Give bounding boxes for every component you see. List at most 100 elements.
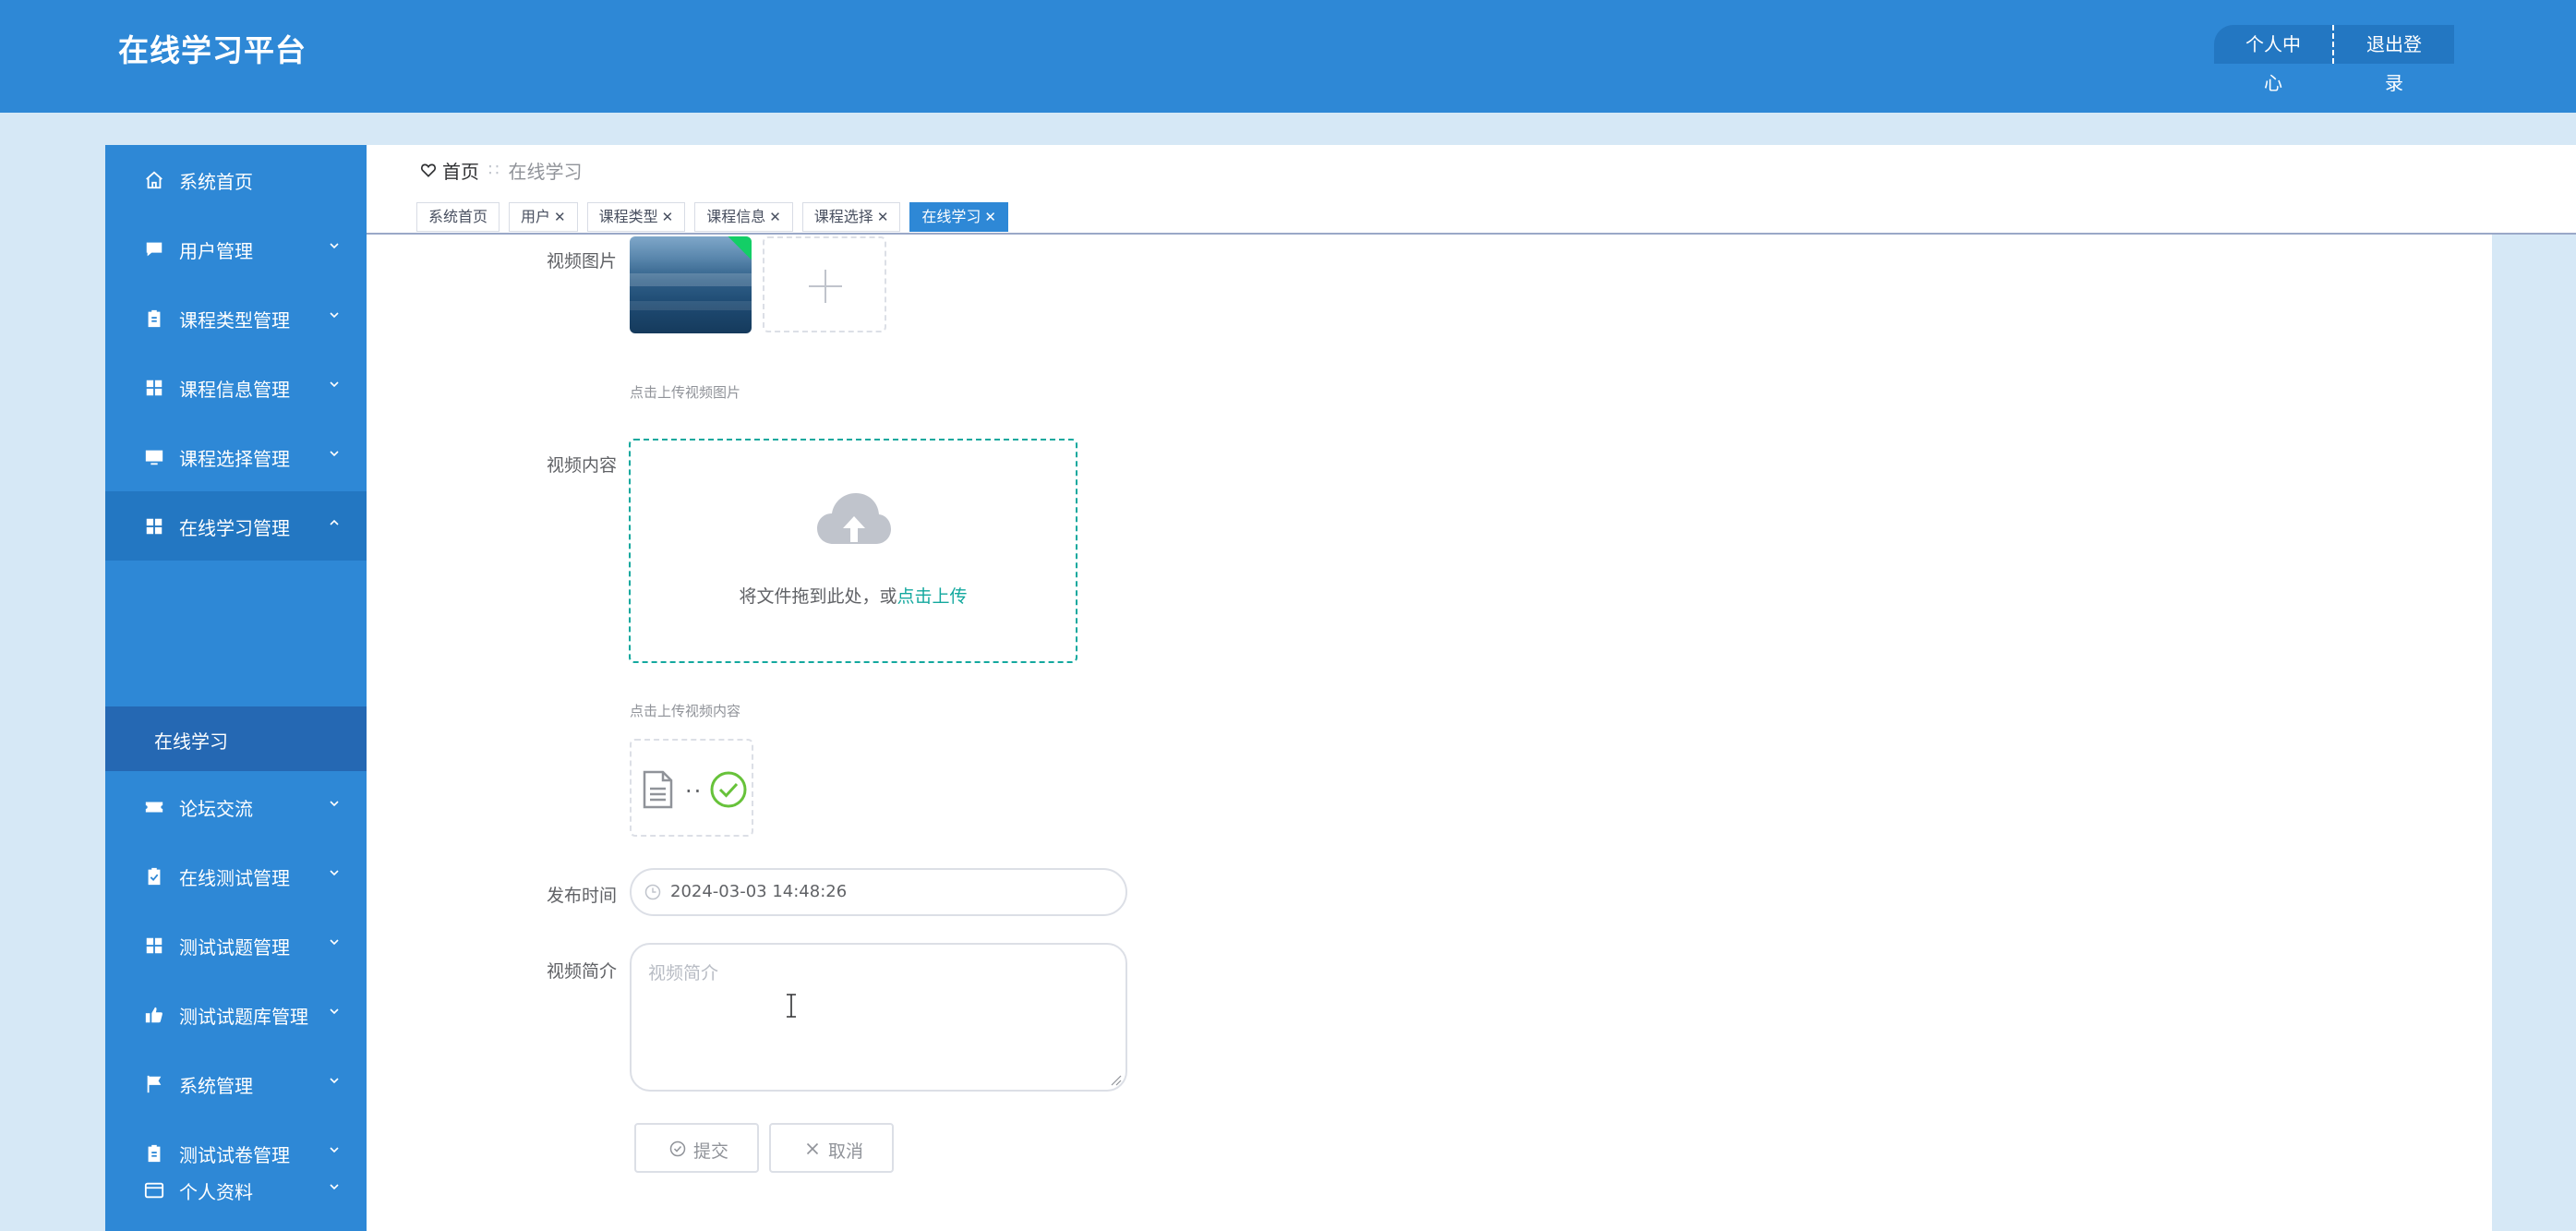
close-icon[interactable]: ✕ — [554, 209, 566, 225]
clock-icon — [644, 884, 661, 900]
video-image-thumbnail[interactable] — [630, 236, 752, 333]
tab-course-info[interactable]: 课程信息 ✕ — [694, 202, 793, 232]
video-upload-dropzone[interactable]: 将文件拖到此处，或点击上传 — [629, 439, 1077, 663]
image-upload-button[interactable] — [763, 236, 886, 332]
tab-course-type[interactable]: 课程类型 ✕ — [586, 202, 686, 232]
check-circle-icon — [669, 1140, 686, 1157]
sidebar-item-course-selection-management[interactable]: 课程选择管理 — [105, 422, 367, 491]
click-upload-link[interactable]: 点击上传 — [897, 586, 968, 607]
video-content-label: 视频内容 — [546, 455, 617, 476]
sidebar-item-profile[interactable]: 个人资料 — [105, 1155, 367, 1225]
tab-label: 系统首页 — [428, 208, 488, 225]
breadcrumb: 首页 ∷ 在线学习 — [420, 154, 582, 186]
video-content-hint: 点击上传视频内容 — [630, 703, 741, 719]
tab-label: 课程信息 — [706, 208, 766, 225]
close-icon[interactable]: ✕ — [769, 209, 781, 225]
sidebar-item-forum[interactable]: 论坛交流 — [105, 772, 367, 841]
personal-center-button[interactable]: 个人中心 — [2214, 25, 2334, 94]
chevron-up-icon — [328, 516, 341, 529]
sidebar-item-label: 论坛交流 — [179, 798, 253, 820]
app-title: 在线学习平台 — [118, 32, 307, 68]
uploaded-video-file[interactable]: .. — [630, 739, 753, 837]
video-intro-placeholder: 视频简介 — [648, 963, 719, 984]
sidebar-item-label: 用户管理 — [179, 240, 253, 262]
sidebar-item-course-info-management[interactable]: 课程信息管理 — [105, 353, 367, 422]
top-header: 在线学习平台 个人中心 退出登录 — [0, 0, 2576, 113]
sidebar-item-course-type-management[interactable]: 课程类型管理 — [105, 284, 367, 353]
ticket-icon — [144, 797, 164, 817]
thumbnail-wave — [630, 273, 752, 286]
tab-label: 在线学习 — [921, 208, 981, 225]
breadcrumb-current: 在线学习 — [508, 160, 583, 183]
video-image-hint: 点击上传视频图片 — [630, 384, 741, 401]
tab-system-home[interactable]: 系统首页 — [416, 202, 500, 232]
tab-course-selection[interactable]: 课程选择 ✕ — [801, 202, 901, 232]
monitor-icon — [144, 447, 164, 467]
grid-icon — [144, 516, 164, 537]
sidebar: 系统首页 用户管理 课程类型管理 课程信息管理 课程选择管理 在线学习管理 在线… — [105, 145, 367, 1231]
sidebar-item-online-learning-management[interactable]: 在线学习管理 — [105, 491, 367, 561]
publish-time-picker[interactable]: 2024-03-03 14:48:26 — [630, 868, 1127, 916]
chevron-down-icon — [328, 1143, 341, 1156]
tab-user[interactable]: 用户 ✕ — [509, 202, 578, 232]
thumbs-up-icon — [144, 1005, 164, 1025]
flag-icon — [144, 1074, 164, 1094]
document-icon — [641, 770, 674, 809]
sidebar-item-label: 在线学习管理 — [179, 517, 290, 539]
sidebar-item-label: 个人资料 — [179, 1181, 253, 1203]
publish-time-label: 发布时间 — [546, 886, 617, 906]
close-icon[interactable]: ✕ — [984, 209, 996, 225]
sidebar-item-system-management[interactable]: 系统管理 — [105, 1049, 367, 1118]
submit-label: 提交 — [693, 1141, 729, 1162]
tab-bar: 系统首页 用户 ✕ 课程类型 ✕ 课程信息 ✕ 课程选择 ✕ 在线学习 ✕ — [416, 202, 1017, 232]
close-icon[interactable]: ✕ — [877, 209, 889, 225]
sidebar-item-test-question-management[interactable]: 测试试题管理 — [105, 911, 367, 980]
video-intro-textarea[interactable]: 视频简介 — [630, 943, 1127, 1092]
dropzone-text: 将文件拖到此处，或点击上传 — [631, 583, 1076, 608]
video-image-label: 视频图片 — [546, 251, 617, 272]
chevron-down-icon — [328, 935, 341, 948]
publish-time-value: 2024-03-03 14:48:26 — [670, 882, 848, 901]
thumbnail-wave — [630, 301, 752, 310]
close-icon[interactable]: ✕ — [662, 209, 674, 225]
chevron-down-icon — [328, 866, 341, 879]
chevron-down-icon — [328, 308, 341, 321]
home-icon — [144, 170, 164, 190]
logout-button[interactable]: 退出登录 — [2334, 25, 2454, 94]
card-icon — [144, 1180, 164, 1201]
cancel-label: 取消 — [828, 1141, 864, 1162]
breadcrumb-home[interactable]: 首页 — [442, 157, 479, 184]
resize-handle-icon[interactable] — [1109, 1073, 1122, 1086]
close-icon — [804, 1140, 821, 1157]
breadcrumb-separator: ∷ — [488, 160, 500, 180]
sidebar-subitem-online-learning[interactable]: 在线学习 — [105, 706, 367, 771]
chat-icon — [144, 239, 164, 259]
chevron-down-icon — [328, 447, 341, 460]
sidebar-item-label: 测试试题库管理 — [179, 1006, 308, 1028]
sidebar-item-home[interactable]: 系统首页 — [105, 145, 367, 214]
grid-icon — [144, 378, 164, 398]
cancel-button[interactable]: 取消 — [769, 1123, 894, 1173]
tab-label: 用户 — [521, 208, 551, 225]
sidebar-item-online-test-management[interactable]: 在线测试管理 — [105, 841, 367, 911]
tab-label: 课程类型 — [598, 208, 658, 225]
chevron-down-icon — [328, 1074, 341, 1087]
sidebar-item-label: 测试试题管理 — [179, 936, 290, 959]
sidebar-item-question-bank-management[interactable]: 测试试题库管理 — [105, 980, 367, 1049]
chevron-down-icon — [328, 1180, 341, 1193]
check-circle-icon — [709, 770, 748, 809]
submit-button[interactable]: 提交 — [634, 1123, 759, 1173]
tab-online-learning[interactable]: 在线学习 ✕ — [909, 202, 1008, 232]
clipboard-icon — [144, 308, 164, 329]
chevron-down-icon — [328, 239, 341, 252]
sidebar-item-label: 课程选择管理 — [179, 448, 290, 470]
plus-icon — [809, 270, 842, 303]
upload-success-badge — [724, 236, 752, 264]
sidebar-item-user-management[interactable]: 用户管理 — [105, 214, 367, 284]
sidebar-subitem-label: 在线学习 — [154, 730, 228, 753]
sidebar-item-label: 系统管理 — [179, 1075, 253, 1097]
sidebar-item-label: 在线测试管理 — [179, 867, 290, 889]
page-background-strip — [2492, 235, 2576, 1231]
tab-bar-divider — [367, 233, 2576, 235]
sidebar-item-label: 系统首页 — [179, 171, 253, 193]
